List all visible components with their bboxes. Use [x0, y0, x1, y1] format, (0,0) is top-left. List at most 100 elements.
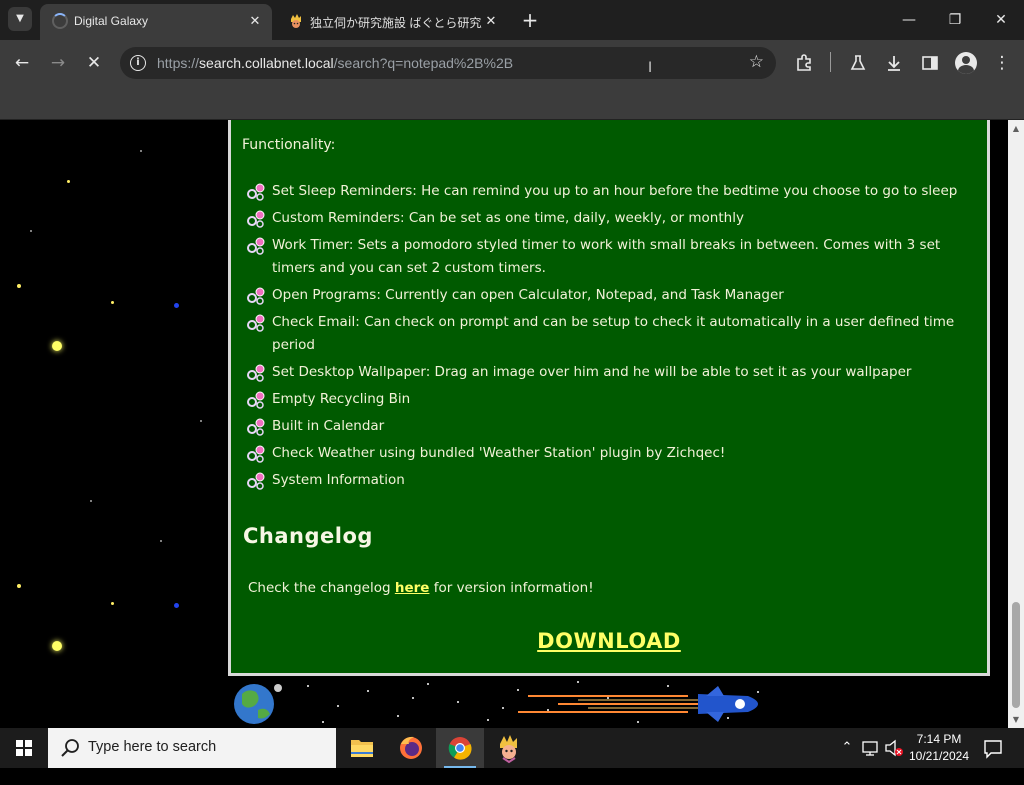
url-scheme: https:// [157, 55, 200, 71]
site-info-icon[interactable]: i [130, 55, 146, 71]
taskbar-firefox[interactable] [387, 728, 435, 768]
labs-button[interactable] [844, 49, 872, 77]
feature-text: Empty Recycling Bin [272, 391, 411, 407]
scrollbar-thumb[interactable] [1012, 602, 1020, 708]
changelog-heading: Changelog [243, 524, 373, 548]
side-panel-icon [922, 56, 938, 70]
download-link[interactable]: DOWNLOAD [231, 629, 987, 653]
scroll-down-icon[interactable]: ▼ [1008, 711, 1024, 728]
feature-text: Check Email: Can check on prompt and can… [272, 314, 955, 353]
chevron-up-icon: ⌃ [841, 740, 853, 755]
star-decoration [111, 602, 114, 605]
tab-close-icon[interactable]: ✕ [246, 12, 264, 30]
network-icon [862, 741, 878, 756]
file-explorer-icon [351, 740, 373, 757]
changelog-text-after: for version information! [429, 580, 594, 596]
tab-strip: ▼ Digital Galaxy ✕ 独立伺か研究施設 ばぐとら研究所 ✕ + … [0, 0, 1024, 40]
downloads-button[interactable] [880, 49, 908, 77]
star-decoration [52, 641, 62, 651]
start-button[interactable] [0, 728, 48, 768]
firefox-icon [400, 736, 422, 759]
new-tab-button[interactable]: + [518, 9, 542, 33]
avatar-body [958, 65, 974, 74]
bookmark-star-icon[interactable]: ☆ [749, 52, 764, 72]
list-item: Check Email: Can check on prompt and can… [243, 311, 973, 357]
page-viewport: Functionality: Set Sleep Reminders: He c… [0, 120, 1008, 728]
taskbar-file-explorer[interactable] [338, 728, 386, 768]
toolbar-divider [830, 52, 831, 72]
changelog-paragraph: Check the changelog here for version inf… [248, 580, 594, 596]
url-text[interactable]: https://search.collabnet.local/search?q=… [157, 55, 513, 71]
feature-list: Set Sleep Reminders: He can remind you u… [243, 180, 973, 496]
stop-loading-button[interactable]: ✕ [80, 49, 108, 77]
search-placeholder: Type here to search [88, 739, 217, 755]
stop-icon: ✕ [86, 53, 102, 73]
star-decoration [17, 284, 21, 288]
plus-icon: + [521, 8, 539, 32]
feature-text: Check Weather using bundled 'Weather Sta… [272, 445, 726, 461]
windows-logo-icon [16, 740, 32, 756]
feature-text: Custom Reminders: Can be set as one time… [272, 210, 744, 226]
flower-bullet-icon [247, 418, 265, 436]
feature-text: Open Programs: Currently can open Calcul… [272, 287, 784, 303]
star-decoration [200, 420, 202, 422]
star-decoration [111, 301, 114, 304]
tab-title: 独立伺か研究施設 ばぐとら研究所 [310, 16, 482, 30]
notification-icon [984, 740, 1002, 759]
star-decoration [30, 230, 32, 232]
side-panel-button[interactable] [916, 49, 944, 77]
clock-date: 10/21/2024 [908, 749, 970, 763]
taskbar-ghost-app[interactable] [485, 728, 533, 768]
taskbar-chrome[interactable] [436, 728, 484, 768]
list-item: Custom Reminders: Can be set as one time… [243, 207, 973, 230]
list-item: Open Programs: Currently can open Calcul… [243, 284, 973, 307]
taskbar-search-box[interactable]: Type here to search [48, 728, 336, 768]
address-bar[interactable]: i https://search.collabnet.local/search?… [120, 47, 776, 79]
flask-icon [850, 55, 866, 70]
feature-text: Work Timer: Sets a pomodoro styled timer… [272, 237, 941, 276]
content-panel: Functionality: Set Sleep Reminders: He c… [228, 120, 990, 676]
url-host: search.collabnet.local [199, 55, 334, 71]
tab-digital-galaxy[interactable]: Digital Galaxy ✕ [40, 4, 272, 40]
flower-bullet-icon [247, 391, 265, 409]
scroll-up-icon[interactable]: ▲ [1008, 120, 1024, 137]
star-decoration [174, 303, 179, 308]
close-window-button[interactable]: ✕ [978, 0, 1024, 40]
puzzle-icon [797, 54, 811, 71]
notification-center-button[interactable] [982, 737, 1004, 759]
list-item: Check Weather using bundled 'Weather Sta… [243, 442, 973, 465]
minimize-button[interactable]: — [886, 0, 932, 40]
star-decoration [174, 603, 179, 608]
show-hidden-icons-button[interactable]: ⌃ [838, 728, 856, 768]
restore-button[interactable]: ❐ [932, 0, 978, 40]
extensions-button[interactable] [790, 49, 818, 77]
flower-bullet-icon [247, 364, 265, 382]
tab-research-facility[interactable]: 独立伺か研究施設 ばぐとら研究所 ✕ [276, 4, 508, 40]
url-path: /search?q=notepad%2B%2B [333, 55, 514, 71]
list-item: Work Timer: Sets a pomodoro styled timer… [243, 234, 973, 280]
forward-button[interactable]: → [44, 49, 72, 77]
feature-text: Built in Calendar [272, 418, 385, 434]
forward-arrow-icon: → [50, 53, 66, 73]
feature-text: System Information [272, 472, 405, 488]
star-decoration [67, 180, 70, 183]
page-scrollbar[interactable]: ▲ ▼ [1008, 120, 1024, 728]
network-status[interactable] [860, 728, 882, 768]
flower-bullet-icon [247, 472, 265, 490]
taskbar-clock[interactable]: 7:14 PM 10/21/2024 [900, 731, 978, 765]
star-decoration [17, 584, 21, 588]
feature-text: Set Sleep Reminders: He can remind you u… [272, 183, 958, 199]
flower-bullet-icon [247, 314, 265, 332]
profile-avatar[interactable] [955, 52, 977, 74]
changelog-text-before: Check the changelog [248, 580, 395, 596]
kebab-menu-icon: ⋮ [993, 53, 1011, 73]
changelog-here-link[interactable]: here [395, 580, 430, 596]
tab-search-button[interactable]: ▼ [8, 7, 32, 31]
back-button[interactable]: ← [8, 49, 36, 77]
flower-bullet-icon [247, 210, 265, 228]
close-icon: ✕ [995, 12, 1007, 28]
browser-menu-button[interactable]: ⋮ [988, 49, 1016, 77]
flower-bullet-icon [247, 287, 265, 305]
flower-bullet-icon [247, 237, 265, 255]
tab-close-icon[interactable]: ✕ [482, 12, 500, 30]
